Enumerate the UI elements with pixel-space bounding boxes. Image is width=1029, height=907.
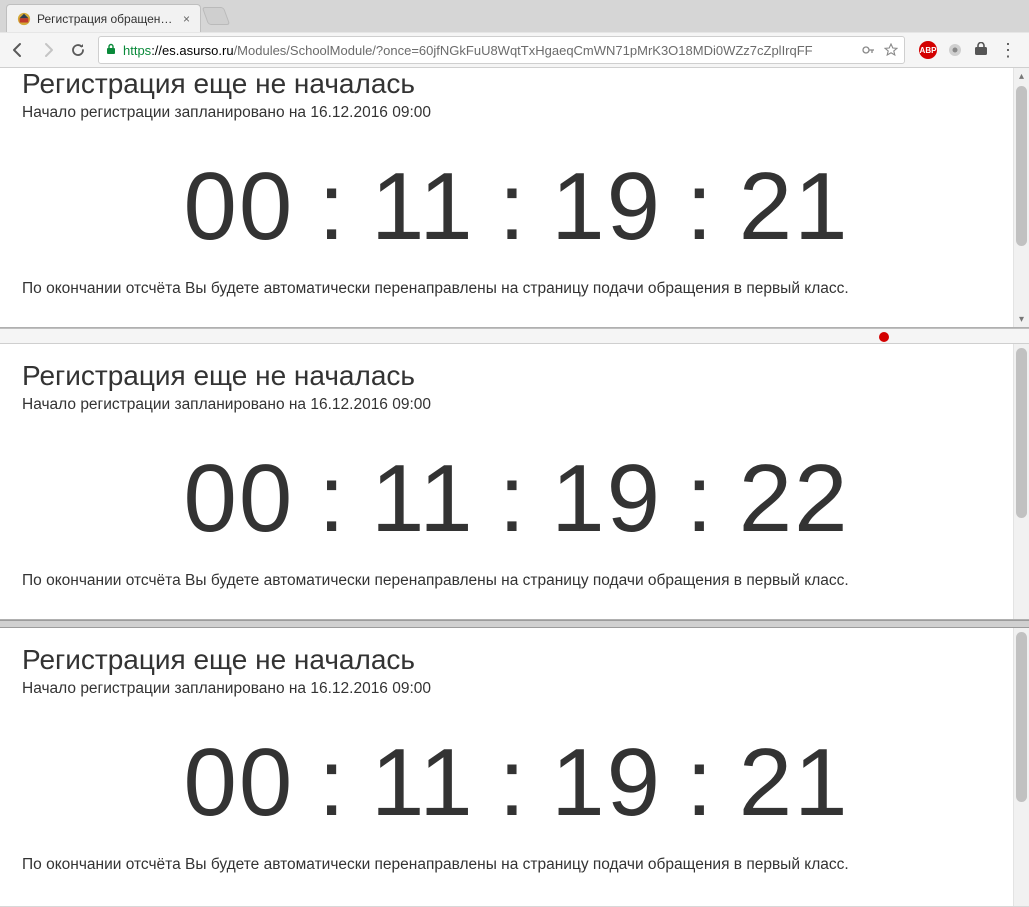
scrollbar-thumb[interactable]: [1016, 86, 1027, 246]
countdown-seconds: 21: [739, 728, 850, 838]
new-tab-button[interactable]: [202, 7, 231, 25]
countdown-sep: :: [684, 728, 717, 838]
page-content-2: Регистрация еще не началась Начало регис…: [0, 360, 1029, 590]
countdown-seconds: 22: [739, 444, 850, 554]
page-heading: Регистрация еще не началась: [22, 644, 1011, 676]
countdown-sep: :: [684, 152, 717, 262]
countdown-sep: :: [316, 152, 349, 262]
vertical-scrollbar[interactable]: [1013, 344, 1029, 619]
star-icon[interactable]: [884, 43, 898, 57]
countdown-hours: 11: [371, 152, 475, 262]
page-viewport-3: Регистрация еще не началась Начало регис…: [0, 628, 1029, 906]
page-viewport-2: Регистрация еще не началась Начало регис…: [0, 344, 1029, 620]
lock-icon: [105, 43, 117, 58]
page-footnote: По окончании отсчёта Вы будете автоматич…: [22, 856, 1011, 874]
url-path: /Modules/SchoolModule/?once=60jfNGkFuU8W…: [234, 43, 813, 58]
forward-button: [38, 40, 58, 60]
favicon-emblem-icon: [17, 12, 31, 26]
vertical-scrollbar[interactable]: ▴ ▾: [1013, 68, 1029, 327]
scrollbar-thumb[interactable]: [1016, 632, 1027, 802]
page-content-3: Регистрация еще не началась Начало регис…: [0, 644, 1029, 874]
countdown-sep: :: [497, 728, 530, 838]
tab-close-icon[interactable]: ×: [183, 12, 190, 26]
countdown-minutes: 19: [551, 152, 662, 262]
url-text: https://es.asurso.ru/Modules/SchoolModul…: [123, 43, 813, 58]
countdown-sep: :: [316, 728, 349, 838]
reload-icon: [70, 42, 86, 58]
countdown-sep: :: [497, 152, 530, 262]
address-bar-actions: [862, 43, 898, 57]
countdown-timer: 00 : 11 : 19 : 21: [22, 128, 1011, 280]
countdown-seconds: 21: [739, 152, 850, 262]
countdown-sep: :: [316, 444, 349, 554]
page-subline: Начало регистрации запланировано на 16.1…: [22, 680, 1011, 698]
key-icon[interactable]: [862, 43, 876, 57]
page-subline: Начало регистрации запланировано на 16.1…: [22, 104, 1011, 122]
countdown-days: 00: [183, 152, 294, 262]
scroll-up-icon[interactable]: ▴: [1014, 68, 1029, 84]
scroll-down-icon[interactable]: ▾: [1014, 311, 1029, 327]
page-footnote: По окончании отсчёта Вы будете автоматич…: [22, 572, 1011, 590]
page-content-1: Регистрация еще не началась Начало регис…: [0, 68, 1029, 298]
countdown-days: 00: [183, 444, 294, 554]
extension-gray-icon[interactable]: [947, 42, 963, 58]
page-heading: Регистрация еще не началась: [22, 68, 1011, 100]
arrow-left-icon: [10, 42, 26, 58]
tab-title: Регистрация обращений в: [37, 12, 177, 26]
back-button[interactable]: [8, 40, 28, 60]
countdown-minutes: 19: [551, 728, 662, 838]
browser-window-1: Регистрация обращений в × https://es.asu…: [0, 0, 1029, 328]
countdown-sep: :: [684, 444, 717, 554]
adblock-icon[interactable]: ABP: [919, 41, 937, 59]
tab-strip: Регистрация обращений в ×: [0, 0, 1029, 32]
countdown-hours: 11: [371, 728, 475, 838]
url-scheme: https: [123, 43, 151, 58]
browser-menu-button[interactable]: ⋮: [999, 41, 1017, 59]
page-viewport-1: Регистрация еще не началась Начало регис…: [0, 68, 1029, 328]
url-host: ://es.asurso.ru: [151, 43, 233, 58]
arrow-right-icon: [40, 42, 56, 58]
browser-toolbar-partial-2: [0, 328, 1029, 344]
browser-toolbar: https://es.asurso.ru/Modules/SchoolModul…: [0, 32, 1029, 68]
countdown-sep: :: [497, 444, 530, 554]
address-bar[interactable]: https://es.asurso.ru/Modules/SchoolModul…: [98, 36, 905, 64]
page-subline: Начало регистрации запланировано на 16.1…: [22, 396, 1011, 414]
page-footnote: По окончании отсчёта Вы будете автоматич…: [22, 280, 1011, 298]
extension-shop-icon[interactable]: [973, 42, 989, 58]
countdown-hours: 11: [371, 444, 475, 554]
scrollbar-thumb[interactable]: [1016, 348, 1027, 518]
page-heading: Регистрация еще не началась: [22, 360, 1011, 392]
countdown-timer: 00 : 11 : 19 : 21: [22, 704, 1011, 856]
browser-tab[interactable]: Регистрация обращений в ×: [6, 4, 201, 32]
extension-icons: ABP ⋮: [915, 41, 1021, 59]
countdown-timer: 00 : 11 : 19 : 22: [22, 420, 1011, 572]
countdown-days: 00: [183, 728, 294, 838]
vertical-scrollbar[interactable]: [1013, 628, 1029, 906]
window-separator: [0, 620, 1029, 628]
reload-button[interactable]: [68, 40, 88, 60]
countdown-minutes: 19: [551, 444, 662, 554]
